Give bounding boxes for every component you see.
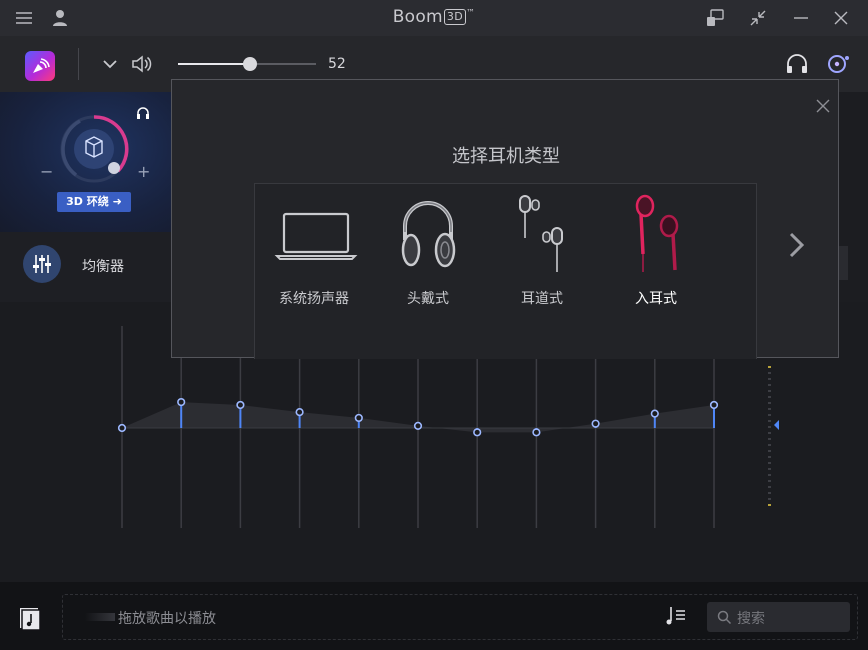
headphone-carousel: 系统扬声器 头戴式 耳道式 入耳式 [254, 183, 757, 359]
search-placeholder: 搜索 [737, 611, 765, 627]
headphone-type-dialog: 选择耳机类型 系统扬声器 头戴式 耳道式 入耳式 [171, 79, 839, 359]
equalizer-row[interactable]: 均衡器 [0, 232, 172, 302]
player-bar: 拖放歌曲以播放 搜索 [0, 582, 868, 650]
headphone-option-earbuds[interactable]: 耳道式 [485, 184, 599, 359]
option-label: 入耳式 [635, 291, 677, 307]
meter-tick [768, 450, 771, 452]
headphone-option-speakers[interactable]: 系统扬声器 [257, 184, 371, 359]
meter-tick [768, 444, 771, 446]
meter-tick [768, 378, 771, 380]
drop-zone-text: 拖放歌曲以播放 [118, 611, 216, 627]
meter-tick [768, 420, 771, 422]
playlist-icon[interactable] [664, 605, 688, 627]
volume-slider-fill [178, 63, 250, 65]
boom-logo[interactable] [25, 51, 55, 81]
meter-tick [768, 384, 771, 386]
boost-dial-icon[interactable] [825, 52, 851, 76]
meter-tick [768, 414, 771, 416]
surround-plus[interactable]: + [137, 162, 150, 181]
earbuds-icon [519, 195, 563, 272]
app-title-3d-box: 3D [443, 9, 466, 25]
headphones-small-icon [137, 107, 149, 119]
option-label: 系统扬声器 [279, 291, 349, 307]
equalizer-label: 均衡器 [82, 259, 124, 275]
preamp-marker-icon[interactable] [774, 420, 779, 430]
meter-tick [768, 480, 771, 482]
app-title-trademark: ™ [466, 8, 476, 19]
title-bar: Boom 3D ™ [0, 0, 868, 36]
surround-minus[interactable]: − [40, 162, 53, 181]
meter-tick [768, 366, 771, 368]
eq-band-handle[interactable] [236, 400, 245, 410]
search-icon [717, 610, 732, 625]
surround-intensity-dial[interactable] [52, 107, 136, 191]
meter-tick [768, 426, 771, 428]
meter-tick [768, 468, 771, 470]
eq-band-handle[interactable] [413, 421, 423, 430]
boom-logo-icon [33, 58, 50, 73]
eq-band-handle[interactable] [532, 428, 541, 437]
option-label: 耳道式 [521, 291, 563, 307]
volume-slider-handle[interactable] [242, 57, 257, 71]
headphones-output-icon[interactable] [785, 53, 809, 75]
headphones-partial-icon [713, 192, 757, 272]
chevron-down-icon[interactable] [101, 55, 119, 73]
eq-band-handle[interactable] [650, 409, 659, 418]
meter-tick [768, 498, 771, 500]
meter-tick [768, 462, 771, 464]
equalizer-icon-wrap[interactable] [23, 245, 61, 283]
compact-mode-icon[interactable] [748, 8, 768, 28]
laptop-icon [274, 212, 358, 260]
headphone-option-in-ear[interactable]: 入耳式 [599, 184, 713, 359]
meter-tick [768, 432, 771, 434]
speaker-volume-icon[interactable] [131, 53, 153, 75]
minimize-icon[interactable] [791, 8, 811, 28]
eq-band-handle[interactable] [117, 423, 127, 433]
side-panel-edge [838, 246, 848, 280]
meter-tick [768, 456, 771, 458]
eq-band-handle[interactable] [709, 400, 719, 410]
search-box[interactable]: 搜索 [707, 602, 850, 632]
headphone-option-partial[interactable] [713, 184, 757, 359]
remote-device-icon[interactable] [705, 8, 725, 28]
eq-band-handle[interactable] [354, 413, 363, 423]
chevron-right-icon[interactable] [784, 230, 810, 260]
meter-tick [768, 492, 771, 494]
eq-band-handle[interactable] [473, 428, 482, 437]
meter-tick [768, 438, 771, 440]
volume-value: 52 [328, 56, 346, 72]
close-window-icon[interactable] [831, 8, 851, 28]
meter-tick [768, 390, 771, 392]
3d-surround-button[interactable]: 3D 环绕 ➜ [57, 192, 131, 212]
meter-tick [768, 474, 771, 476]
over-ear-headphones-icon [401, 201, 456, 268]
app-title-text: Boom [392, 7, 443, 27]
meter-tick [768, 408, 771, 410]
music-file-icon[interactable] [18, 606, 42, 632]
equalizer-sliders-icon [33, 255, 51, 273]
headphone-option-over-ear[interactable]: 头戴式 [371, 184, 485, 359]
toolbar-separator [78, 48, 79, 80]
in-ear-icon [635, 194, 679, 272]
eq-band-handle[interactable] [591, 419, 600, 428]
dialog-title: 选择耳机类型 [452, 146, 560, 167]
meter-tick [768, 396, 771, 398]
option-label: 头戴式 [407, 291, 449, 307]
meter-tick [768, 372, 771, 374]
app-title: Boom 3D ™ [0, 7, 868, 27]
eq-band-handle[interactable] [295, 408, 304, 417]
meter-tick [768, 504, 771, 506]
drop-zone-progress [85, 613, 115, 621]
meter-tick [768, 402, 771, 404]
3d-surround-panel: − + 3D 环绕 ➜ [0, 92, 172, 232]
eq-band-handle[interactable] [177, 397, 186, 407]
meter-tick [768, 486, 771, 488]
volume-slider[interactable] [178, 57, 316, 71]
close-icon[interactable] [815, 98, 831, 114]
